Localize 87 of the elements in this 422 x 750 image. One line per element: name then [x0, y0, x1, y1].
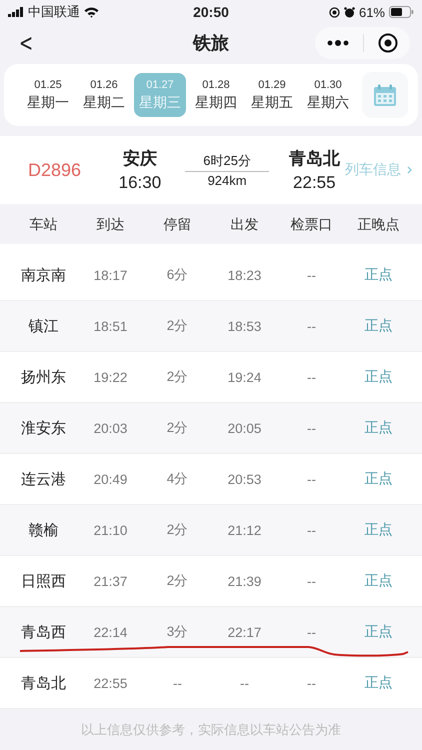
depart-cell-text: 22:17: [226, 624, 262, 640]
stop-cell-text: --: [172, 676, 183, 690]
station-cell-text: 日照西: [20, 572, 67, 590]
column-header: 停留: [162, 216, 192, 234]
status-time: 20:50: [193, 4, 229, 20]
depart-cell-text: 21:12: [226, 522, 262, 538]
train-number: D2896: [28, 160, 82, 180]
calendar-icon: [373, 84, 397, 106]
gate-cell-text: --: [306, 522, 317, 538]
date-tab[interactable]: 01.28 星期四: [190, 73, 242, 117]
stop-cell-text: 6分: [166, 266, 190, 284]
arrive-cell-text: 20:03: [92, 420, 128, 436]
depart-cell-text: 21:39: [226, 574, 262, 588]
depart-cell-text: 18:53: [226, 318, 262, 334]
departure-time: 16:30: [118, 173, 162, 193]
station-cell-text: 扬州东: [20, 368, 67, 386]
battery-percent: 61%: [358, 4, 385, 20]
gate-cell-text: --: [306, 370, 317, 384]
more-icon[interactable]: [327, 39, 349, 47]
disclaimer-text: 以上信息仅供参考，实际信息以车站公告为准: [80, 721, 342, 739]
arrive-cell-text: 20:49: [92, 472, 128, 486]
status-cell-text: 正点: [364, 470, 394, 488]
wifi-icon: [84, 6, 99, 18]
signal-icon: [8, 7, 24, 17]
station-cell-text: 连云港: [20, 470, 67, 488]
arrive-cell-text: 21:37: [92, 574, 128, 588]
status-cell-text: 正点: [364, 623, 394, 641]
battery-icon: [389, 6, 414, 18]
date-tab[interactable]: 01.26 星期二: [78, 73, 130, 117]
depart-cell-text: --: [239, 676, 250, 690]
column-header: 检票口: [290, 216, 334, 234]
gate-cell-text: --: [306, 472, 317, 486]
alarm-icon: [344, 6, 355, 18]
depart-cell-text: 20:53: [226, 472, 262, 486]
arrival-station: 青岛北: [288, 148, 340, 170]
station-cell-text: 青岛西: [20, 622, 67, 642]
travel-duration: 6时25分: [203, 152, 251, 170]
gate-cell-text: --: [306, 676, 317, 690]
gate-cell-text: --: [306, 318, 317, 334]
arrive-cell-text: 18:51: [92, 318, 128, 334]
date-tab[interactable]: 01.25 星期一: [22, 73, 74, 117]
station-cell-text: 青岛北: [20, 674, 67, 692]
stop-cell-text: 4分: [166, 470, 190, 488]
status-cell-text: 正点: [364, 572, 394, 590]
rotation-lock-icon: [328, 6, 340, 18]
back-button[interactable]: <: [16, 29, 36, 57]
stop-cell-text: 2分: [166, 419, 190, 437]
travel-distance: 924km: [208, 173, 247, 188]
stop-cell-text: 3分: [166, 623, 190, 641]
column-header: 到达: [96, 216, 126, 234]
departure-station: 安庆: [122, 148, 157, 170]
column-header: 正晚点: [356, 216, 400, 234]
arrive-cell-text: 22:55: [92, 676, 128, 690]
stop-cell-text: 2分: [166, 317, 190, 335]
gate-cell-text: --: [306, 268, 317, 282]
gate-cell-text: --: [306, 420, 317, 436]
stop-cell-text: 2分: [166, 368, 190, 386]
date-tab[interactable]: 01.29 星期五: [246, 73, 298, 117]
stop-cell-text: 2分: [166, 572, 190, 590]
status-cell-text: 正点: [364, 521, 394, 539]
arrive-cell-text: 22:14: [92, 624, 128, 640]
station-cell-text: 赣榆: [28, 520, 60, 540]
arrive-cell-text: 21:10: [92, 522, 128, 538]
arrive-cell-text: 18:17: [92, 268, 128, 282]
depart-cell-text: 18:23: [226, 268, 262, 282]
status-cell-text: 正点: [364, 266, 394, 284]
gate-cell-text: --: [306, 624, 317, 640]
status-cell-text: 正点: [364, 317, 394, 335]
stop-cell-text: 2分: [166, 521, 190, 539]
arrival-time: 22:55: [293, 173, 336, 193]
chevron-icon: [407, 166, 412, 174]
gate-cell-text: --: [306, 574, 317, 588]
status-cell-text: 正点: [364, 368, 394, 386]
station-cell-text: 淮安东: [20, 418, 67, 438]
arrive-cell-text: 19:22: [92, 370, 128, 384]
station-cell-text: 南京南: [20, 266, 67, 284]
depart-cell-text: 19:24: [226, 370, 262, 384]
page-title: 铁旅: [193, 32, 229, 55]
carrier-name: 中国联通: [28, 3, 80, 21]
column-header: 车站: [28, 216, 58, 234]
close-target-icon[interactable]: [378, 33, 398, 53]
status-cell-text: 正点: [364, 419, 394, 437]
depart-cell-text: 20:05: [226, 420, 262, 436]
column-header: 出发: [230, 216, 260, 234]
station-cell-text: 镇江: [28, 316, 60, 336]
date-tab[interactable]: 01.30 星期六: [302, 73, 354, 117]
status-cell-text: 正点: [364, 674, 394, 692]
